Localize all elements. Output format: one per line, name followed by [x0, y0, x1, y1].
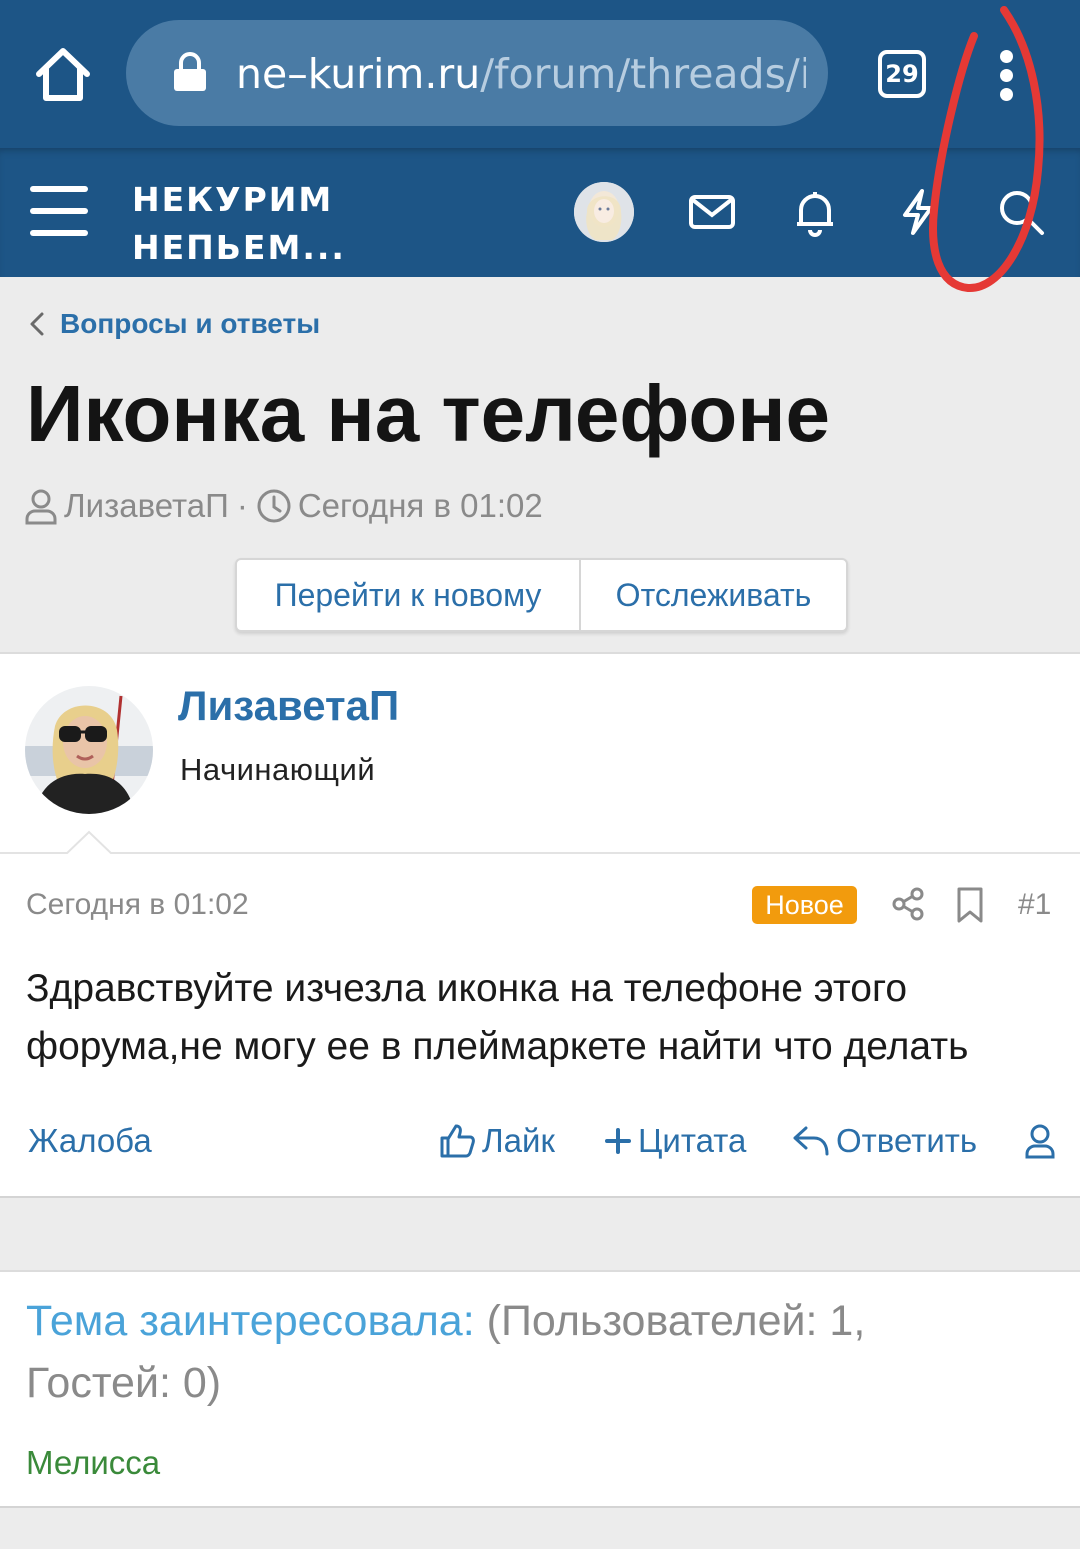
url-path: /forum/threads/ik: [480, 50, 806, 98]
tabs-button[interactable]: 29: [878, 50, 926, 98]
meta-separator: ·: [236, 487, 248, 524]
chevron-left-icon: [30, 312, 44, 336]
search-icon[interactable]: [995, 186, 1047, 238]
readers-label[interactable]: Тема заинтересовала:: [26, 1297, 475, 1345]
browser-toolbar: ne–kurim.ru/forum/threads/ik 29: [0, 0, 1080, 148]
quote-label: Цитата: [638, 1122, 747, 1159]
logo-line1: НЕКУРИМ: [132, 180, 334, 219]
site-logo[interactable]: НЕКУРИМ НЕПЬЕМ...: [132, 176, 352, 272]
share-icon[interactable]: [890, 886, 926, 922]
page-title: Иконка на телефоне: [26, 369, 831, 458]
like-button[interactable]: Лайк: [438, 1116, 555, 1166]
report-button[interactable]: Жалоба: [28, 1116, 152, 1166]
reply-label: Ответить: [836, 1122, 978, 1159]
post-number[interactable]: #1: [1018, 888, 1051, 922]
breadcrumb-link[interactable]: Вопросы и ответы: [60, 308, 320, 340]
post-username[interactable]: ЛизаветаП: [178, 682, 399, 730]
bell-icon[interactable]: [789, 186, 841, 238]
new-badge: Новое: [752, 886, 857, 924]
thread-author[interactable]: ЛизаветаП: [64, 487, 229, 525]
account-avatar[interactable]: [574, 182, 634, 242]
home-icon[interactable]: [30, 42, 96, 108]
clock-icon: [257, 489, 291, 523]
logo-line2: НЕПЬЕМ...: [132, 228, 346, 267]
reply-icon: [793, 1126, 829, 1156]
menu-icon[interactable]: [30, 186, 88, 236]
post-avatar-image: [25, 686, 153, 814]
thread-actions: Перейти к новому Отслеживать: [235, 558, 848, 632]
thumbs-up-icon: [440, 1124, 475, 1158]
post-date[interactable]: Сегодня в 01:02: [26, 888, 249, 922]
thread-readers: Тема заинтересовала: (Пользователей: 1, …: [0, 1270, 1080, 1508]
post-avatar[interactable]: [25, 686, 153, 814]
page: ne–kurim.ru/forum/threads/ik 29 НЕКУРИМ …: [0, 0, 1080, 1549]
url-host: ne–kurim.ru: [236, 50, 481, 98]
go-to-new-button[interactable]: Перейти к новому: [237, 560, 581, 630]
like-label: Лайк: [482, 1122, 555, 1159]
url-text: ne–kurim.ru/forum/threads/ik: [236, 48, 806, 100]
report-label: Жалоба: [28, 1122, 152, 1159]
post: ЛизаветаП Начинающий Сегодня в 01:02 Нов…: [0, 652, 1080, 1198]
post-actions: Жалоба Лайк Цитата Ответить: [0, 1116, 1080, 1166]
bolt-icon[interactable]: [892, 186, 944, 238]
lock-icon: [174, 52, 206, 91]
post-user-title: Начинающий: [180, 752, 376, 787]
reader-user[interactable]: Мелисса: [26, 1444, 160, 1482]
thread-time[interactable]: Сегодня в 01:02: [298, 487, 543, 525]
quote-button[interactable]: Цитата: [604, 1116, 746, 1166]
address-bar[interactable]: ne–kurim.ru/forum/threads/ik: [126, 20, 828, 126]
plus-icon: [605, 1128, 631, 1154]
readers-summary: Тема заинтересовала: (Пользователей: 1, …: [26, 1290, 986, 1414]
thread-meta: ЛизаветаП · Сегодня в 01:02: [24, 482, 543, 530]
user-icon: [1025, 1124, 1055, 1159]
watch-button[interactable]: Отслеживать: [581, 560, 846, 630]
mail-icon[interactable]: [686, 186, 738, 238]
site-header: НЕКУРИМ НЕПЬЕМ...: [0, 148, 1080, 277]
post-body: Здравствуйте изчезла иконка на телефоне …: [26, 967, 969, 1068]
more-vert-icon[interactable]: [990, 48, 1024, 104]
message-pointer: [64, 830, 114, 856]
post-user-button[interactable]: [1024, 1116, 1062, 1166]
breadcrumb[interactable]: Вопросы и ответы: [24, 300, 320, 348]
user-icon: [25, 489, 57, 525]
bookmark-icon[interactable]: [956, 886, 984, 924]
post-user-block: ЛизаветаП Начинающий: [0, 654, 1080, 856]
reply-button[interactable]: Ответить: [792, 1116, 977, 1166]
account-avatar-image: [574, 182, 634, 242]
